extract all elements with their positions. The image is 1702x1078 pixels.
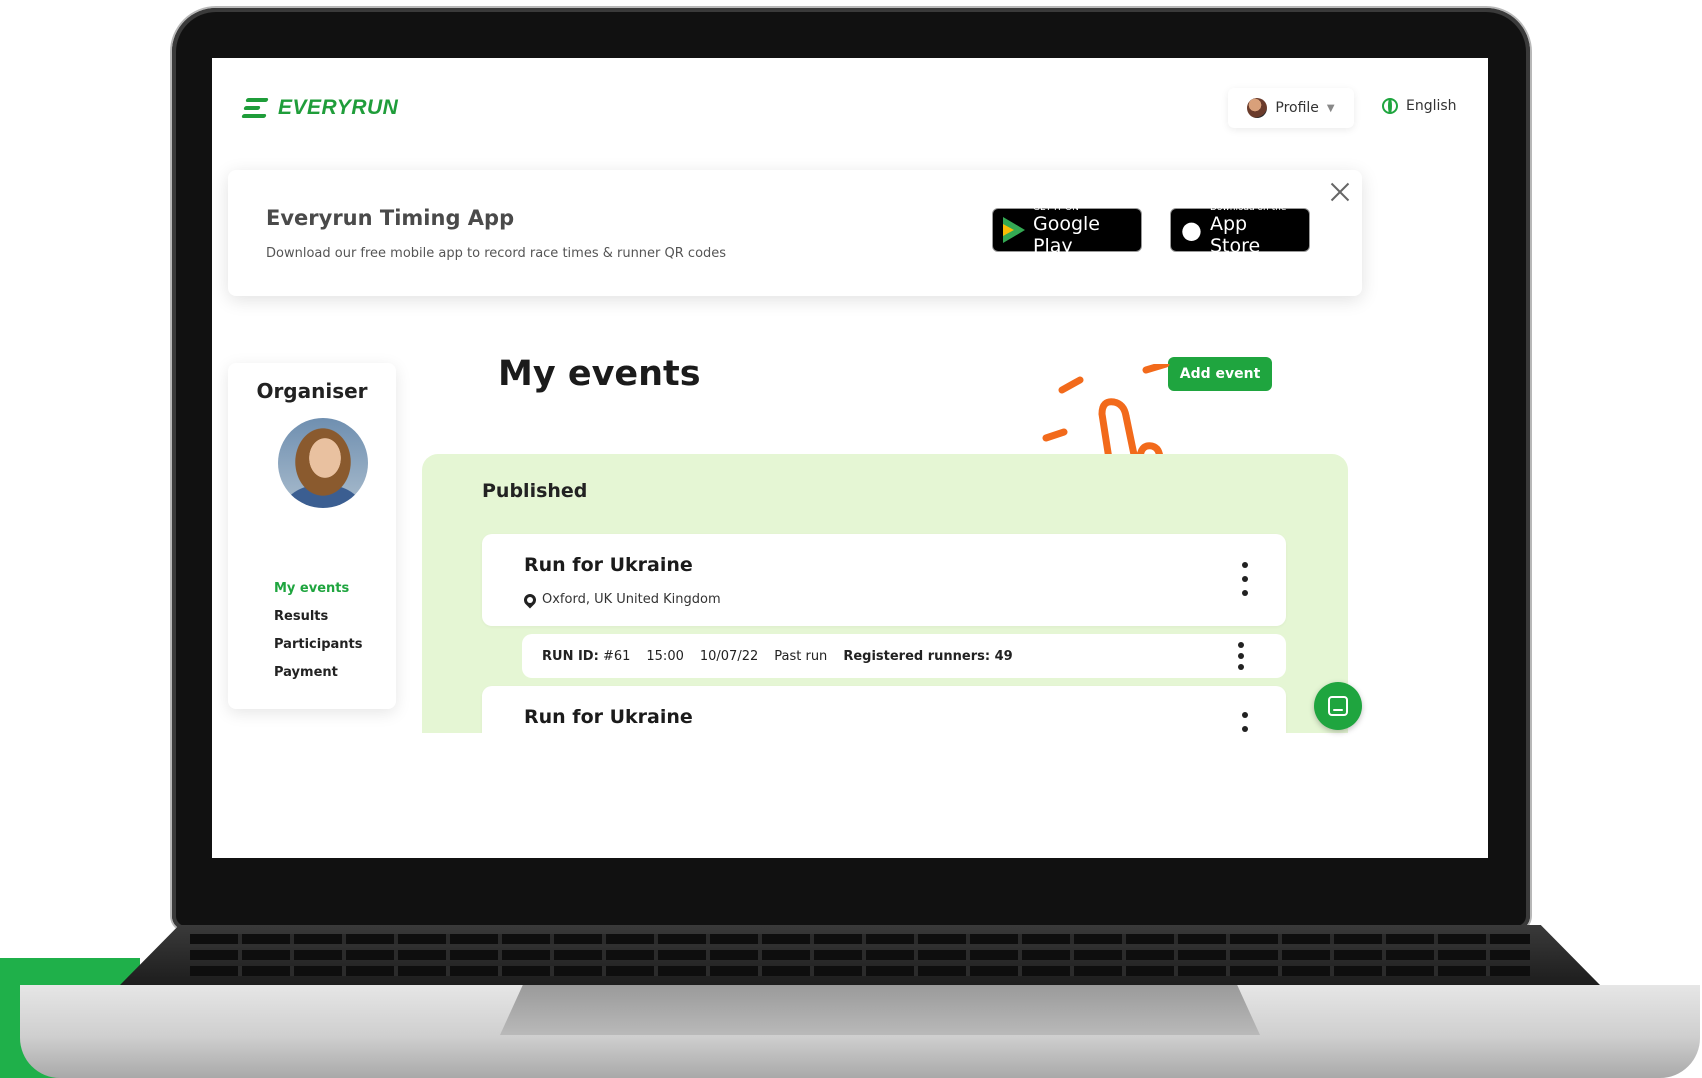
organiser-avatar bbox=[278, 418, 368, 508]
profile-dropdown[interactable]: Profile ▼ bbox=[1228, 88, 1354, 128]
run-id-label: RUN ID: bbox=[542, 648, 599, 664]
chat-button[interactable] bbox=[1314, 682, 1362, 730]
run-id-value: #61 bbox=[602, 648, 631, 664]
google-play-icon bbox=[1003, 217, 1025, 243]
location-pin-icon bbox=[521, 591, 539, 608]
section-title: Published bbox=[482, 480, 588, 502]
kebab-menu-icon[interactable] bbox=[1238, 642, 1244, 670]
profile-label: Profile bbox=[1275, 100, 1319, 116]
screen-bottom-area bbox=[212, 733, 1488, 858]
app-store-big: App Store bbox=[1209, 213, 1261, 257]
banner-subtitle: Download our free mobile app to record r… bbox=[266, 246, 727, 261]
run-row[interactable]: RUN ID: #61 15:00 10/07/22 Past run Regi… bbox=[522, 634, 1286, 678]
language-selector[interactable]: English bbox=[1382, 98, 1457, 114]
avatar bbox=[1247, 98, 1268, 118]
language-label: English bbox=[1406, 98, 1457, 114]
run-date: 10/07/22 bbox=[699, 648, 759, 664]
event-name: Run for Ukraine bbox=[524, 554, 693, 576]
sidebar-item-results[interactable]: Results bbox=[274, 609, 362, 637]
logo-text: EVERYRUN bbox=[278, 96, 399, 119]
keyboard-row bbox=[190, 950, 1530, 960]
everyrun-logo[interactable]: EVERYRUN bbox=[241, 96, 399, 120]
keyboard-row bbox=[190, 934, 1530, 944]
apple-icon: ● bbox=[1181, 216, 1202, 244]
sidebar-nav: My events Results Participants Payment bbox=[274, 581, 362, 693]
caret-down-icon: ▼ bbox=[1326, 102, 1335, 114]
organiser-sidebar: Organiser My events Results Participants… bbox=[228, 363, 396, 709]
sidebar-item-payment[interactable]: Payment bbox=[274, 665, 362, 693]
app-screen: EVERYRUN Profile ▼ English Everyrun Timi… bbox=[212, 58, 1488, 858]
close-icon[interactable] bbox=[1328, 180, 1352, 204]
app-store-button[interactable]: ● Download on the App Store bbox=[1170, 203, 1310, 257]
app-download-banner: Everyrun Timing App Download our free mo… bbox=[228, 170, 1362, 296]
banner-title: Everyrun Timing App bbox=[266, 206, 515, 230]
kebab-menu-icon[interactable] bbox=[1242, 562, 1248, 596]
sidebar-item-participants[interactable]: Participants bbox=[274, 637, 362, 665]
run-status: Past run bbox=[774, 648, 828, 664]
page-title: My events bbox=[498, 354, 701, 394]
google-play-big: Google Play bbox=[1033, 213, 1101, 257]
chat-icon bbox=[1328, 696, 1348, 716]
event-card[interactable]: Run for Ukraine Oxford, UK United Kingdo… bbox=[482, 534, 1286, 626]
laptop-trackpad bbox=[500, 985, 1260, 1035]
run-id: RUN ID: #61 bbox=[542, 649, 630, 664]
app-store-small: Download on the bbox=[1209, 203, 1287, 213]
registered-runners: Registered runners: 49 bbox=[843, 648, 1013, 664]
event-name: Run for Ukraine bbox=[524, 706, 693, 728]
google-play-button[interactable]: GET IT ON Google Play bbox=[992, 203, 1142, 257]
event-location: Oxford, UK United Kingdom bbox=[521, 591, 721, 608]
event-location-text: Oxford, UK United Kingdom bbox=[542, 592, 721, 607]
globe-icon bbox=[1382, 98, 1398, 114]
sidebar-title: Organiser bbox=[256, 379, 368, 403]
menu-lines-icon bbox=[241, 98, 270, 118]
run-time: 15:00 bbox=[646, 648, 684, 664]
keyboard-row bbox=[190, 966, 1530, 976]
sidebar-item-my-events[interactable]: My events bbox=[274, 581, 362, 609]
google-play-small: GET IT ON bbox=[1033, 203, 1079, 213]
